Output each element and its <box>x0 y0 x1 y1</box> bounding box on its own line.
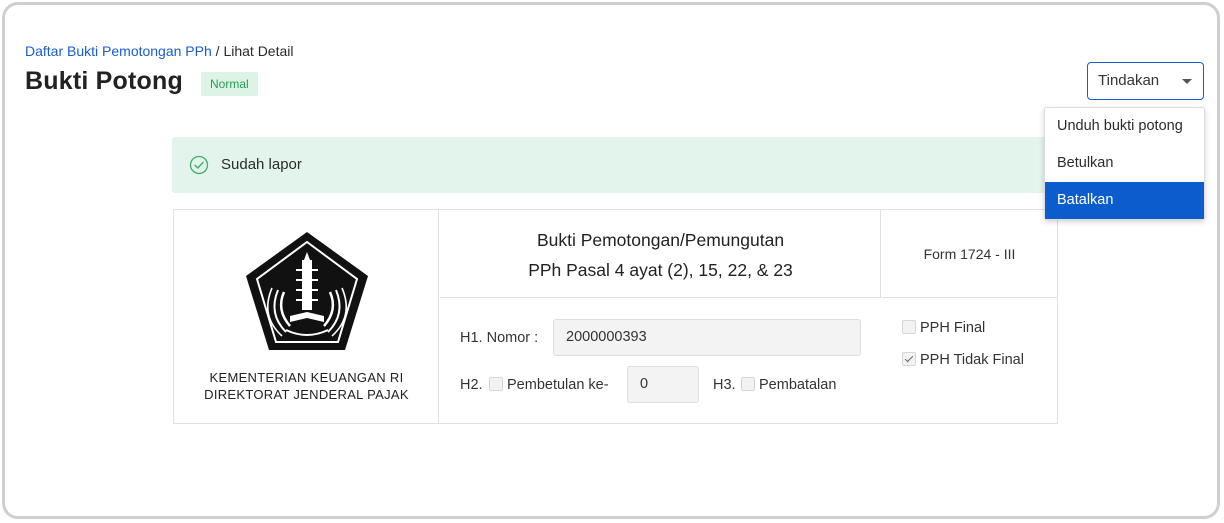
issuer-directorate: DIREKTORAT JENDERAL PAJAK <box>204 387 409 402</box>
document-title-cell: Bukti Pemotongan/Pemungutan PPh Pasal 4 … <box>440 210 881 298</box>
actions-dropdown[interactable]: Tindakan <box>1087 62 1204 100</box>
document-title-line1: Bukti Pemotongan/Pemungutan <box>536 230 785 250</box>
h2-pembetulan-checkbox[interactable] <box>489 377 503 391</box>
h1-nomor-label: H1. Nomor : <box>460 330 539 346</box>
pph-final-label: PPH Final <box>920 320 986 336</box>
status-badge: Normal <box>201 72 258 96</box>
menu-item-betulkan[interactable]: Betulkan <box>1045 145 1204 182</box>
status-alert: Sudah lapor <box>172 137 1052 193</box>
h2-pembetulan-field[interactable]: 0 <box>627 366 699 403</box>
issuer-cell: KEMENTERIAN KEUANGAN RI DIREKTORAT JENDE… <box>174 210 439 423</box>
actions-menu: Unduh bukti potong Betulkan Batalkan <box>1044 107 1205 220</box>
caret-down-icon <box>1182 79 1192 84</box>
breadcrumb-parent-link[interactable]: Daftar Bukti Pemotongan PPh <box>25 43 212 59</box>
h1-nomor-field[interactable]: 2000000393 <box>553 319 861 356</box>
issuer-ministry: KEMENTERIAN KEUANGAN RI <box>209 370 404 385</box>
page-title: Bukti Potong <box>25 67 183 95</box>
check-circle-icon <box>189 155 209 175</box>
pph-final-checkbox[interactable] <box>902 320 916 334</box>
actions-dropdown-value: Tindakan <box>1098 72 1160 89</box>
document-title-line2: PPh Pasal 4 ayat (2), 15, 22, & 23 <box>528 260 793 280</box>
form-code-cell: Form 1724 - III <box>882 210 1057 298</box>
pph-tidak-final-label: PPH Tidak Final <box>920 352 1024 368</box>
ministry-emblem-icon <box>246 232 368 350</box>
breadcrumb-current: Lihat Detail <box>223 43 294 59</box>
form-code: Form 1724 - III <box>923 246 1016 262</box>
menu-item-unduh-bukti-potong[interactable]: Unduh bukti potong <box>1045 108 1204 145</box>
breadcrumb-separator: / <box>211 43 224 59</box>
alert-text: Sudah lapor <box>221 156 302 173</box>
breadcrumb: Daftar Bukti Pemotongan PPh / Lihat Deta… <box>25 43 294 59</box>
tax-slip-card: KEMENTERIAN KEUANGAN RI DIREKTORAT JENDE… <box>173 209 1058 424</box>
h2-pembetulan-label: Pembetulan ke- <box>507 377 609 393</box>
menu-item-batalkan[interactable]: Batalkan <box>1045 182 1204 219</box>
h3-pembatalan-label: Pembatalan <box>759 377 837 393</box>
h3-prefix: H3. <box>713 377 736 393</box>
pph-tidak-final-checkbox[interactable] <box>902 352 916 366</box>
app-frame: Daftar Bukti Pemotongan PPh / Lihat Deta… <box>2 2 1220 519</box>
h2-prefix: H2. <box>460 377 483 393</box>
h3-pembatalan-checkbox[interactable] <box>741 377 755 391</box>
